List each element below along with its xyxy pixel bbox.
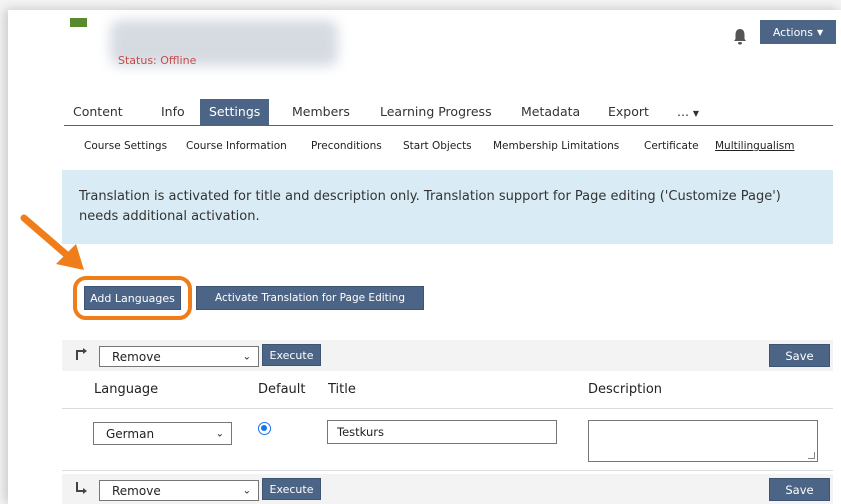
activate-translation-button[interactable]: Activate Translation for Page Editing — [196, 286, 424, 310]
subtab-multilingualism[interactable]: Multilingualism — [715, 140, 794, 152]
chevron-down-icon: ⌄ — [242, 351, 251, 362]
header-divider — [62, 408, 833, 409]
notification-bell-icon[interactable] — [732, 27, 748, 47]
title-input[interactable] — [327, 420, 557, 444]
caret-down-icon: ▼ — [817, 27, 824, 37]
resize-handle-icon[interactable] — [808, 452, 815, 459]
arrow-up-right-icon — [76, 348, 87, 360]
info-message-text: Translation is activated for title and d… — [79, 189, 781, 224]
language-value: German — [106, 426, 155, 441]
subtab-membership-limitations[interactable]: Membership Limitations — [493, 140, 619, 152]
actions-label: Actions — [772, 25, 814, 39]
add-languages-button[interactable]: Add Languages — [84, 286, 181, 310]
course-type-icon — [70, 18, 87, 27]
main-tabs: Content Info Settings Members Learning P… — [64, 99, 833, 126]
language-select[interactable]: German ⌄ — [93, 422, 232, 445]
arrow-down-right-icon — [76, 482, 87, 494]
bulk-action-value-bottom: Remove — [112, 483, 161, 498]
column-header-default: Default — [258, 382, 306, 397]
column-header-language: Language — [94, 382, 159, 397]
tab-more-label: ... — [677, 104, 689, 119]
tab-content[interactable]: Content — [73, 99, 123, 125]
subtab-certificate[interactable]: Certificate — [644, 140, 699, 152]
row-divider — [62, 470, 833, 471]
column-header-title: Title — [328, 382, 356, 397]
bulk-action-select[interactable]: Remove ⌄ — [99, 346, 259, 367]
actions-button[interactable]: Actions ▼ — [760, 20, 836, 44]
tab-settings[interactable]: Settings — [200, 99, 270, 125]
status-text: Status: Offline — [118, 54, 197, 67]
tab-info[interactable]: Info — [161, 99, 185, 125]
subtab-course-information[interactable]: Course Information — [186, 140, 287, 152]
chevron-down-icon: ⌄ — [242, 485, 251, 496]
tab-learning-progress[interactable]: Learning Progress — [380, 99, 492, 125]
orange-pointer-arrow — [20, 214, 84, 270]
info-message-box: Translation is activated for title and d… — [62, 170, 833, 244]
table-bottom-actions: Remove ⌄ Execute Save — [62, 474, 833, 504]
subtab-preconditions[interactable]: Preconditions — [311, 140, 382, 152]
save-button-bottom[interactable]: Save — [769, 478, 830, 501]
bulk-action-value: Remove — [112, 349, 161, 364]
caret-down-icon: ▼ — [692, 109, 700, 118]
column-header-description: Description — [588, 382, 663, 397]
execute-button[interactable]: Execute — [262, 344, 321, 366]
tab-more[interactable]: ... ▼ — [677, 99, 699, 125]
description-textarea[interactable] — [588, 420, 818, 462]
default-radio[interactable] — [258, 422, 271, 435]
chevron-down-icon: ⌄ — [215, 428, 224, 439]
subtab-start-objects[interactable]: Start Objects — [403, 140, 472, 152]
table-top-actions: Remove ⌄ Execute Save — [62, 340, 833, 371]
execute-button-bottom[interactable]: Execute — [262, 478, 321, 500]
save-button[interactable]: Save — [769, 344, 830, 367]
tab-members[interactable]: Members — [292, 99, 350, 125]
tab-metadata[interactable]: Metadata — [521, 99, 580, 125]
tab-export[interactable]: Export — [608, 99, 649, 125]
bulk-action-select-bottom[interactable]: Remove ⌄ — [99, 480, 259, 501]
subtab-course-settings[interactable]: Course Settings — [84, 140, 167, 152]
